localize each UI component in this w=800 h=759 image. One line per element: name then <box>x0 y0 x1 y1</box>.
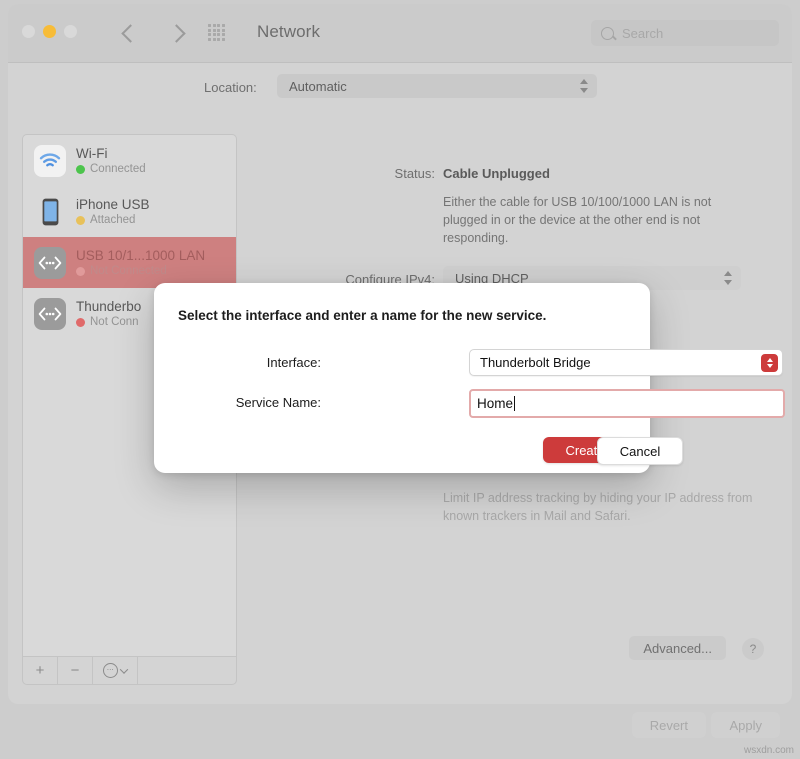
sidebar-item-status: Connected <box>76 163 146 175</box>
sidebar-item-status: Attached <box>76 214 150 226</box>
sidebar-item-label: Wi-Fi <box>76 146 146 161</box>
chevron-down-icon <box>120 665 128 673</box>
search-icon <box>601 27 614 40</box>
status-text: Connected <box>90 163 146 175</box>
search-input[interactable]: Search <box>591 20 779 46</box>
navigation-arrows <box>118 20 188 46</box>
dialog-title: Select the interface and enter a name fo… <box>178 308 546 323</box>
plus-icon: + <box>36 662 45 679</box>
close-window-button[interactable] <box>22 25 35 38</box>
sidebar-toolbar: + − ⋯ <box>22 656 237 685</box>
search-placeholder: Search <box>622 26 663 41</box>
ethernet-icon <box>34 247 66 279</box>
location-value: Automatic <box>289 79 347 94</box>
new-service-dialog: Select the interface and enter a name fo… <box>154 283 650 473</box>
forward-button[interactable] <box>164 20 188 46</box>
watermark: wsxdn.com <box>744 745 794 756</box>
status-text: Attached <box>90 214 135 226</box>
sidebar-item-label: Thunderbo <box>76 299 141 314</box>
sidebar-item-label: iPhone USB <box>76 197 150 212</box>
iphone-icon <box>34 196 66 228</box>
chevron-updown-icon <box>723 271 732 285</box>
back-button[interactable] <box>118 20 142 46</box>
status-label: Status: <box>245 166 435 181</box>
sidebar-item-iphone-usb[interactable]: iPhone USB Attached <box>23 186 236 237</box>
sidebar-item-status: Not Conn <box>76 316 141 328</box>
zoom-window-button[interactable] <box>64 25 77 38</box>
location-row: Location: Automatic <box>8 62 792 118</box>
location-label: Location: <box>204 80 257 95</box>
sidebar-item-wifi[interactable]: Wi-Fi Connected <box>23 135 236 186</box>
gear-menu-icon: ⋯ <box>103 663 118 678</box>
interface-select[interactable]: Thunderbolt Bridge <box>469 349 783 376</box>
service-name-value: Home <box>477 396 513 411</box>
text-caret <box>514 396 515 411</box>
status-text: Not Conn <box>90 316 139 328</box>
chevron-left-icon <box>121 24 139 42</box>
status-dot <box>76 165 85 174</box>
chevron-updown-icon <box>579 79 588 93</box>
status-badge: Cable Unplugged <box>443 166 550 181</box>
service-name-label: Service Name: <box>174 395 321 410</box>
status-description: Either the cable for USB 10/100/1000 LAN… <box>443 193 753 247</box>
privacy-description: Limit IP address tracking by hiding your… <box>443 489 773 525</box>
minus-icon: − <box>71 662 80 679</box>
sidebar-item-usb-lan[interactable]: USB 10/1...1000 LAN Not Connected <box>23 237 236 288</box>
traffic-lights <box>22 25 77 38</box>
chevron-right-icon <box>167 24 185 42</box>
status-dot <box>76 267 85 276</box>
remove-service-button[interactable]: − <box>58 657 93 684</box>
sidebar-item-label: USB 10/1...1000 LAN <box>76 248 205 263</box>
add-service-button[interactable]: + <box>23 657 58 684</box>
interface-label: Interface: <box>174 355 321 370</box>
interface-value: Thunderbolt Bridge <box>480 355 591 370</box>
status-dot <box>76 318 85 327</box>
window-footer: Revert Apply <box>8 704 792 756</box>
wifi-icon <box>34 145 66 177</box>
location-select[interactable]: Automatic <box>277 74 597 98</box>
apps-grid-icon[interactable] <box>208 24 225 41</box>
status-dot <box>76 216 85 225</box>
ethernet-icon <box>34 298 66 330</box>
help-button[interactable]: ? <box>742 638 764 660</box>
screen: Network Search Location: Automatic <box>0 0 800 759</box>
status-text: Not Connected <box>90 265 167 277</box>
apply-button[interactable]: Apply <box>711 712 780 738</box>
advanced-button[interactable]: Advanced... <box>629 636 726 660</box>
cancel-button[interactable]: Cancel <box>597 437 683 465</box>
sidebar-item-status: Not Connected <box>76 265 205 277</box>
revert-button[interactable]: Revert <box>632 712 706 738</box>
service-actions-menu-button[interactable]: ⋯ <box>93 657 138 684</box>
window-titlebar: Network Search <box>8 4 792 63</box>
window-title: Network <box>257 22 320 42</box>
minimize-window-button[interactable] <box>43 25 56 38</box>
chevron-updown-icon[interactable] <box>761 354 778 372</box>
service-name-input[interactable]: Home <box>469 389 785 418</box>
